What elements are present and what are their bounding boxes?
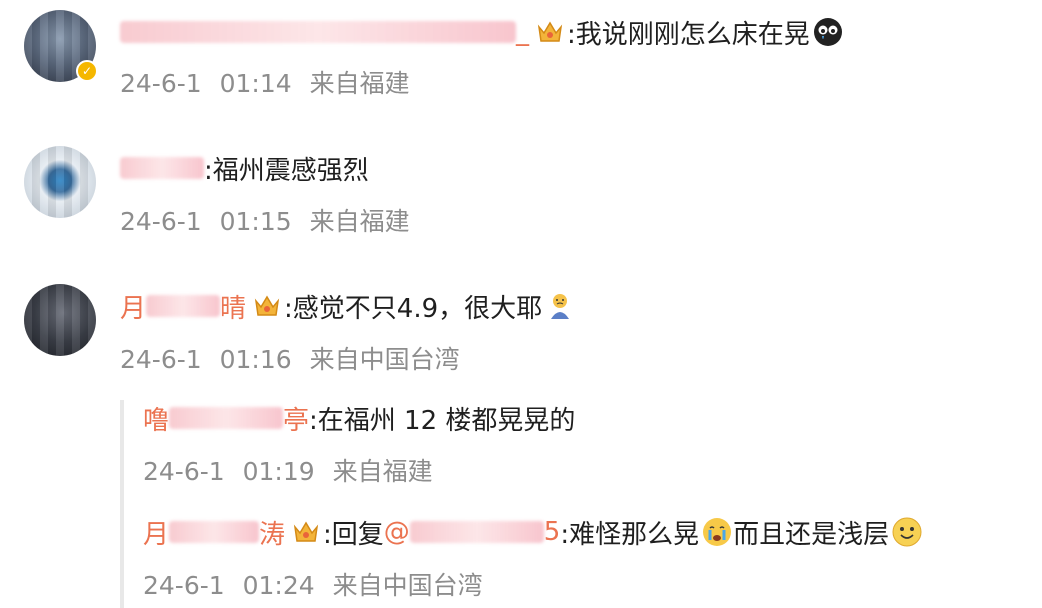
comment-date: 24-6-1 [120, 69, 202, 98]
reply-text: :难怪那么晃 [560, 519, 700, 550]
comment-time: 01:14 [219, 69, 292, 98]
reply-content: 噜 亭 :在福州 12 楼都晃晃的 [143, 400, 575, 436]
avatar[interactable] [24, 284, 96, 356]
redacted-username[interactable] [146, 295, 221, 317]
redacted-username[interactable] [120, 157, 204, 179]
username-end[interactable]: 亭 [283, 400, 309, 437]
reply-thread-rail [120, 400, 124, 608]
comment-source: 来自福建 [309, 207, 410, 236]
reply-content: 月 涛 :回复 @ 5 :难怪那么晃 而且还是浅层 [143, 514, 923, 550]
username-suffix[interactable]: _ [516, 17, 529, 47]
comment-source: 来自中国台湾 [309, 345, 460, 374]
reply-date: 24-6-1 [143, 571, 225, 600]
comment-date: 24-6-1 [120, 345, 202, 374]
reply-time: 01:24 [242, 571, 315, 600]
mention-end[interactable]: 5 [544, 517, 561, 547]
avatar[interactable] [24, 146, 96, 218]
mention-start[interactable]: @ [384, 517, 410, 547]
comment-meta: 24-6-1 01:16 来自中国台湾 [120, 340, 460, 376]
reply-meta: 24-6-1 01:24 来自中国台湾 [143, 566, 483, 602]
reply-source: 来自福建 [332, 457, 433, 486]
comment-content: _ :我说刚刚怎么床在晃 [120, 14, 844, 50]
comment-time: 01:16 [219, 345, 292, 374]
sad-person-emoji-icon [544, 290, 576, 322]
username-start[interactable]: 月 [120, 288, 146, 325]
comment-text: :我说刚刚怎么床在晃 [567, 19, 810, 50]
crying-dark-emoji-icon [812, 16, 844, 48]
comment-text: :感觉不只4.9，很大耶 [284, 293, 543, 324]
crying-face-emoji-icon [701, 516, 733, 548]
redacted-mention[interactable] [409, 521, 544, 543]
comment-meta: 24-6-1 01:15 来自福建 [120, 202, 410, 238]
verified-badge-icon: ✓ [76, 60, 98, 82]
redacted-username[interactable] [169, 521, 260, 543]
crown-badge-icon [252, 292, 282, 320]
comment-time: 01:15 [219, 207, 292, 236]
reply-prefix: :回复 [323, 519, 384, 550]
reply-time: 01:19 [242, 457, 315, 486]
reply-source: 来自中国台湾 [332, 571, 483, 600]
comment-content: :福州震感强烈 [120, 150, 369, 186]
comment-content: 月 晴 :感觉不只4.9，很大耶 [120, 288, 576, 324]
crown-badge-icon [291, 518, 321, 546]
reply-text: :在福州 12 楼都晃晃的 [309, 405, 576, 436]
username-end[interactable]: 晴 [220, 288, 246, 325]
username-end[interactable]: 涛 [259, 514, 285, 551]
redacted-username[interactable] [120, 21, 516, 43]
comment-text: :福州震感强烈 [204, 155, 369, 186]
comment-date: 24-6-1 [120, 207, 202, 236]
crown-badge-icon [535, 18, 565, 46]
redacted-username[interactable] [169, 407, 284, 429]
smile-face-emoji-icon [891, 516, 923, 548]
reply-date: 24-6-1 [143, 457, 225, 486]
reply-meta: 24-6-1 01:19 来自福建 [143, 452, 433, 488]
comment-meta: 24-6-1 01:14 来自福建 [120, 64, 410, 100]
comment-source: 来自福建 [309, 69, 410, 98]
reply-text-after-emoji: 而且还是浅层 [733, 519, 890, 550]
username-start[interactable]: 噜 [143, 400, 169, 437]
username-start[interactable]: 月 [143, 514, 169, 551]
